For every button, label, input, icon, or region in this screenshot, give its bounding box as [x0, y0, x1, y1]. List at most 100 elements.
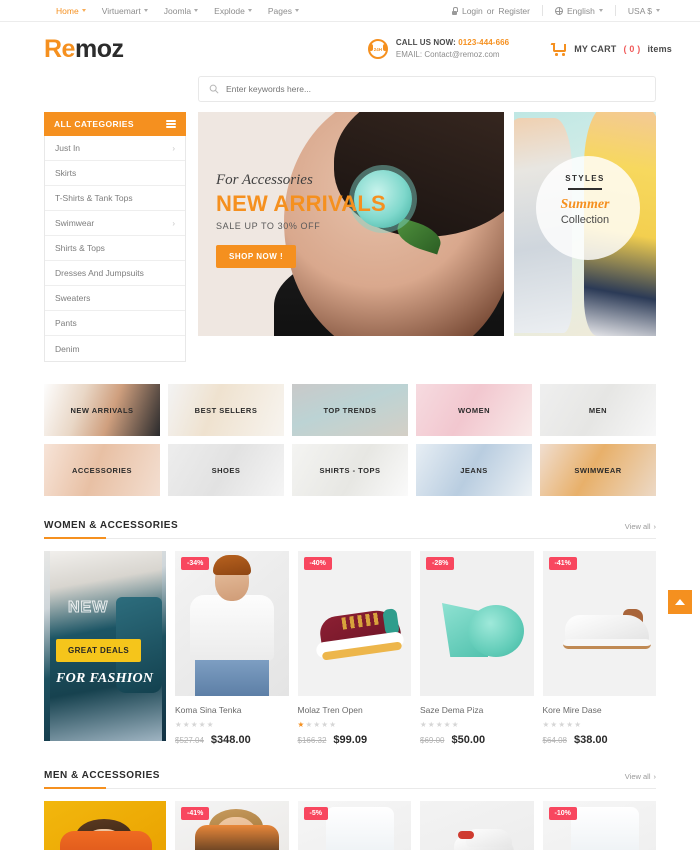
- all-categories-header[interactable]: ALL CATEGORIES: [44, 112, 186, 136]
- tile-label: JEANS: [460, 465, 488, 475]
- sidebar-item-dresses-jumpsuits[interactable]: Dresses And Jumpsuits: [45, 261, 185, 286]
- headset-icon: 24H: [367, 39, 388, 59]
- section-header-women: WOMEN & ACCESSORIES View all ›: [44, 520, 656, 539]
- product-card[interactable]: -28% Saze Dema Piza ★★★★★ $69.00 $50.00: [420, 551, 534, 746]
- tile-label: SWIMWEAR: [574, 465, 622, 475]
- mini-cart[interactable]: MY CART ( 0 ) items: [550, 42, 672, 56]
- tile-jeans[interactable]: JEANS: [416, 444, 532, 496]
- sidebar-item-shirts-tops[interactable]: Shirts & Tops: [45, 236, 185, 261]
- tile-shoes[interactable]: SHOES: [168, 444, 284, 496]
- tile-women[interactable]: WOMEN: [416, 384, 532, 436]
- search-input[interactable]: [226, 84, 645, 94]
- logo[interactable]: Remoz: [44, 35, 124, 64]
- register-link[interactable]: Register: [498, 6, 530, 16]
- call-number[interactable]: 0123-444-666: [458, 38, 509, 47]
- sidebar-item-denim[interactable]: Denim: [45, 336, 185, 361]
- sidebar-item-just-in[interactable]: Just In ›: [45, 136, 185, 161]
- current-price: $38.00: [573, 734, 608, 746]
- banner-text-block: STYLES Summer Collection: [514, 174, 656, 226]
- tile-shirts-tops[interactable]: SHIRTS - TOPS: [292, 444, 408, 496]
- promo-banner-great-deals[interactable]: NEW GREAT DEALS FOR FASHION: [44, 551, 166, 741]
- product-card[interactable]: -5%: [297, 801, 411, 850]
- old-price: $69.00: [420, 736, 445, 745]
- hero-title: NEW ARRIVALS: [216, 191, 386, 216]
- currency-label: USA $: [627, 5, 652, 16]
- hero-row: ALL CATEGORIES Just In › Skirts T-Shirts …: [44, 112, 656, 362]
- product-card[interactable]: -40% Molaz Tren Open ★★★★★ $166.32 $99.0…: [297, 551, 412, 746]
- product-name[interactable]: Saze Dema Piza: [420, 705, 534, 715]
- product-name[interactable]: Koma Sina Tenka: [175, 705, 289, 715]
- great-deals-button[interactable]: GREAT DEALS: [56, 639, 142, 662]
- view-all-label: View all: [624, 522, 651, 531]
- nav-item-pages[interactable]: Pages: [268, 6, 299, 16]
- tile-top-trends[interactable]: TOP TRENDS: [292, 384, 408, 436]
- login-or-text: or: [486, 5, 495, 16]
- chevron-right-icon: ›: [172, 218, 175, 228]
- banner-subtitle: Collection: [560, 213, 610, 226]
- old-price: $64.08: [542, 736, 567, 745]
- category-tiles: NEW ARRIVALS BEST SELLERS TOP TRENDS WOM…: [44, 384, 656, 496]
- product-image[interactable]: -28%: [420, 551, 534, 696]
- tile-new-arrivals[interactable]: NEW ARRIVALS: [44, 384, 160, 436]
- section-underline: [44, 787, 106, 789]
- product-image[interactable]: -41%: [542, 551, 656, 696]
- tile-men[interactable]: MEN: [540, 384, 656, 436]
- call-label: CALL US NOW:: [395, 37, 456, 47]
- product-card[interactable]: -41%: [175, 801, 289, 850]
- sidebar-item-pants[interactable]: Pants: [45, 311, 185, 336]
- scroll-to-top-button[interactable]: [668, 590, 692, 614]
- product-image[interactable]: -34%: [175, 551, 289, 696]
- product-image[interactable]: -10%: [542, 801, 656, 850]
- summer-collection-banner[interactable]: STYLES Summer Collection: [514, 112, 656, 336]
- view-all-link-women[interactable]: View all ›: [625, 522, 656, 531]
- login-link[interactable]: Login: [462, 6, 483, 16]
- product-image[interactable]: -40%: [297, 551, 411, 696]
- discount-badge: -41%: [181, 807, 210, 820]
- search-icon: [209, 84, 219, 94]
- search-box[interactable]: [198, 76, 656, 102]
- category-list: Just In › Skirts T-Shirts & Tank Tops Swi…: [44, 136, 186, 362]
- category-label: T-Shirts & Tank Tops: [55, 193, 133, 203]
- promo-banner-men[interactable]: [44, 801, 166, 850]
- sidebar-item-sweaters[interactable]: Sweaters: [45, 286, 185, 311]
- product-card[interactable]: [420, 801, 534, 850]
- login-register[interactable]: Login or Register: [439, 6, 542, 16]
- chevron-down-icon: [247, 9, 252, 12]
- nav-item-home[interactable]: Home: [56, 6, 86, 16]
- product-card[interactable]: -41% Kore Mire Dase ★★★★★ $64.08 $38.00: [542, 551, 657, 746]
- nav-item-virtuemart[interactable]: Virtuemart: [102, 6, 148, 16]
- product-image[interactable]: -41%: [175, 801, 289, 850]
- shop-now-button[interactable]: SHOP NOW !: [216, 245, 297, 268]
- view-all-link-men[interactable]: View all ›: [625, 772, 656, 781]
- language-label: English: [567, 5, 595, 16]
- header-right: 24H CALL US NOW: 0123-444-666 EMAIL: Con…: [367, 37, 672, 62]
- chevron-down-icon: [294, 9, 299, 12]
- product-name[interactable]: Kore Mire Dase: [543, 705, 657, 715]
- category-label: Skirts: [55, 168, 77, 178]
- top-bar-right: Login or Register English USA $: [439, 5, 672, 16]
- product-image[interactable]: -5%: [297, 801, 411, 850]
- product-name[interactable]: Molaz Tren Open: [298, 705, 412, 715]
- chevron-down-icon: [194, 9, 199, 12]
- hero-banner[interactable]: For Accessories NEW ARRIVALS SALE UP TO …: [198, 112, 504, 336]
- sidebar-item-tshirts-tank-tops[interactable]: T-Shirts & Tank Tops: [45, 186, 185, 211]
- chevron-down-icon: [598, 9, 603, 12]
- product-card[interactable]: -10%: [542, 801, 656, 850]
- section-title: MEN & ACCESSORIES: [44, 770, 160, 781]
- sidebar-item-skirts[interactable]: Skirts: [45, 161, 185, 186]
- hamburger-icon[interactable]: [166, 120, 176, 128]
- nav-item-explode[interactable]: Explode: [214, 6, 252, 16]
- product-card[interactable]: -34% Koma Sina Tenka ★★★★★ $527.04 $348.…: [175, 551, 289, 746]
- cart-items-label: items: [647, 44, 672, 54]
- email-value[interactable]: Contact@remoz.com: [424, 50, 499, 59]
- tile-accessories[interactable]: ACCESSORIES: [44, 444, 160, 496]
- tile-label: TOP TRENDS: [323, 405, 377, 415]
- nav-item-joomla[interactable]: Joomla: [164, 6, 199, 16]
- language-selector[interactable]: English: [543, 6, 615, 16]
- discount-badge: -41%: [548, 557, 577, 570]
- product-image[interactable]: [420, 801, 534, 850]
- tile-swimwear[interactable]: SWIMWEAR: [540, 444, 656, 496]
- sidebar-item-swimwear[interactable]: Swimwear ›: [45, 211, 185, 236]
- currency-selector[interactable]: USA $: [616, 6, 672, 16]
- tile-best-sellers[interactable]: BEST SELLERS: [168, 384, 284, 436]
